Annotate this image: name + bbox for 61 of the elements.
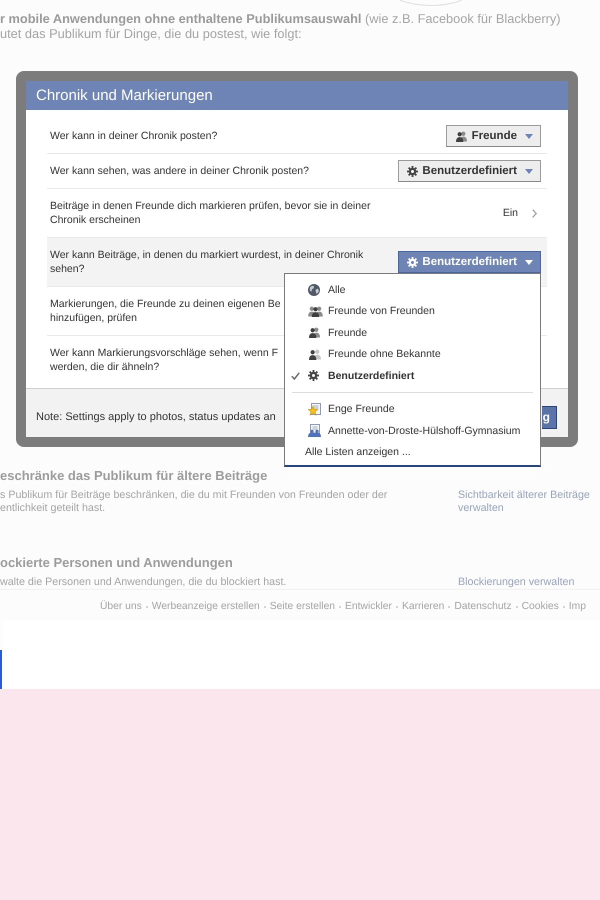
check-icon [291,372,300,380]
circle-outline [400,0,462,6]
setting-label: Beiträge in denen Freunde dich markieren prüfen, bevor sie in deiner Chronik erscheinen [50,199,370,227]
section-link[interactable]: Sichtbarkeit älterer Beiträge verwalten [458,489,590,515]
people-group-icon [308,306,323,317]
note-text: Note: Settings apply to photos, status updates an [36,411,276,423]
footer-link[interactable]: Seite erstellen [270,601,336,612]
intro-text: r mobile Anwendungen ohne enthaltene Publikumsauswahl (wie z.B. Facebook für Blackberry) [0,11,562,26]
dropdown-button[interactable]: Benutzerdefiniert [398,160,541,182]
section-text: s Publikum für Beiträge beschränken, die du mit Freunden von Freunden oder der entlichkeit geteilt hast. [0,489,388,515]
setting-label: Wer kann Markierungsvorschläge sehen, wenn F werden, die dir ähneln? [50,346,278,374]
footer-link[interactable]: Datenschutz [454,601,512,612]
footer-link[interactable]: Über uns [100,601,142,612]
gear-icon [407,256,418,268]
separator-dot [562,606,565,608]
dialog-title: Chronik und Markierungen [36,87,213,104]
setting-label: Wer kann Beiträge, in denen du markiert wurdest, in deiner Chronik sehen? [50,248,364,276]
dropdown-button[interactable]: Freunde [446,125,541,147]
menu-item[interactable]: Annette-von-Droste-Hülshoff-Gymnasium [285,420,540,442]
footer-link[interactable]: Cookies [522,601,559,612]
separator-dot [264,606,266,608]
menu-item[interactable]: Freunde von Freunden [285,300,540,322]
list-page-icon [308,424,321,438]
separator-dot [448,606,450,608]
setting-link[interactable]: Ein [502,207,537,219]
globe-icon [308,284,320,296]
menu-item[interactable]: Alle [285,279,540,300]
separator-dot [396,606,398,608]
separator-dot [339,606,342,608]
menu-item[interactable]: Enge Freunde [285,398,540,420]
menu-item[interactable]: Freunde [285,322,540,344]
setting-label: Wer kann in deiner Chronik posten? [50,129,218,143]
section-title: eschränke das Publikum für ältere Beiträge [0,468,268,484]
edge-bar [0,650,2,689]
footer-link[interactable]: Karrieren [402,601,444,612]
menu-item[interactable]: Benutzerdefiniert [285,365,540,386]
section-text: walte die Personen und Anwendungen, die du blockiert hast. [0,576,288,589]
setting-label: Wer kann sehen, was andere in deiner Chronik posten? [50,164,309,178]
caret-icon [525,168,533,174]
section-link[interactable]: Blockierungen verwalten [458,576,574,589]
menu-item[interactable]: Alle Listen anzeigen ... [285,442,540,463]
people-icon [308,327,321,338]
footer-link[interactable]: Entwickler [345,601,392,612]
menu-item[interactable]: Freunde ohne Bekannte [285,344,540,365]
chevron-right-icon [532,208,537,218]
gear-icon [308,370,319,382]
separator-dot [516,606,518,608]
caret-icon [525,260,533,264]
setting-label: Markierungen, die Freunde zu deinen eigenen Be hinzufügen, prüfen [50,297,281,325]
intro-text: utet das Publikum für Dinge, die du postest, wie folgt: [0,26,303,41]
dropdown-button[interactable]: Benutzerdefiniert [398,251,541,273]
people-icon [454,130,468,142]
separator-dot [146,606,148,608]
star-list-icon [308,402,321,416]
footer-link[interactable]: Imp [568,601,586,612]
caret-icon [525,134,533,138]
footer-link[interactable]: Werbeanzeige erstellen [152,601,260,612]
dialog-button[interactable]: g [542,406,557,428]
gear-icon [407,166,418,176]
section-title: ockierte Personen und Anwendungen [0,555,234,571]
person-pair-icon [308,348,321,360]
